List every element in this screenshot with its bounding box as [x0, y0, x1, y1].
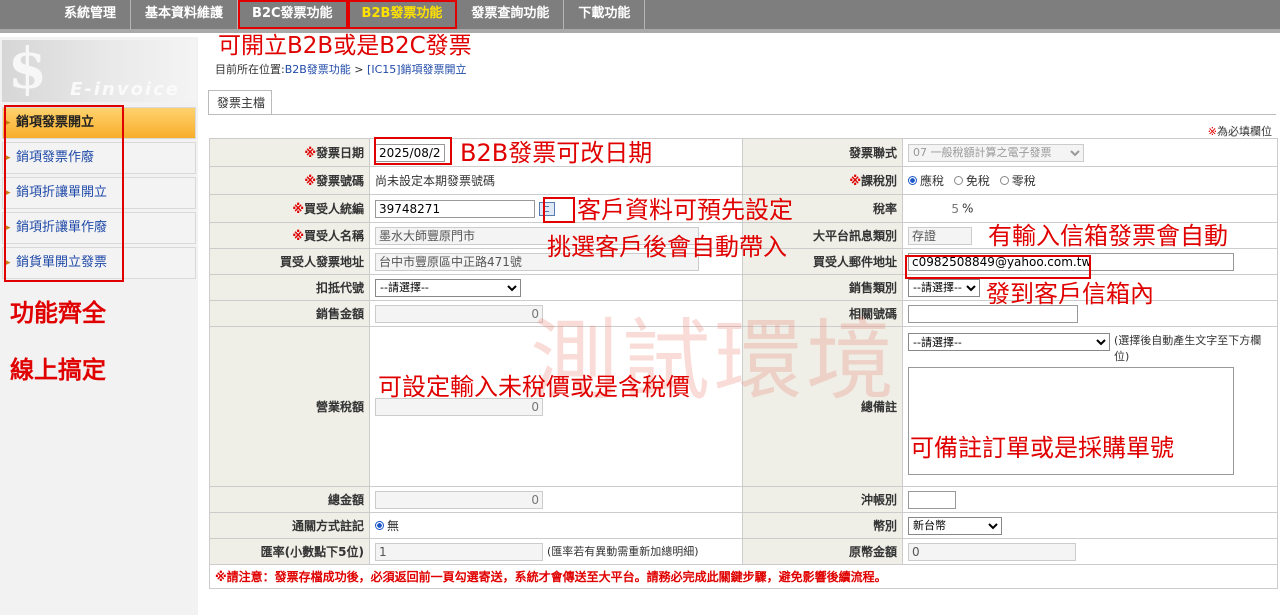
- total-amount-label: 總金額: [209, 486, 370, 513]
- nav-system-management[interactable]: 系統管理: [50, 0, 132, 29]
- tax-zero-radio[interactable]: 零稅: [999, 172, 1036, 189]
- annotation-email-1: 有輸入信箱發票會自動: [988, 222, 1228, 250]
- date-highlight-box: [374, 137, 452, 165]
- required-mark: ※: [304, 146, 316, 160]
- top-nav-bar: 系統管理 基本資料維護 B2C發票功能 B2B發票功能 發票查詢功能 下載功能: [0, 0, 1280, 33]
- annotation-date: B2B發票可改日期: [460, 139, 653, 167]
- deduction-code-select[interactable]: --請選擇--: [375, 278, 521, 297]
- sidebar-note-online: 線上搞定: [10, 356, 106, 384]
- breadcrumb-section-link[interactable]: B2B發票功能: [285, 63, 351, 76]
- nav-b2b-invoice[interactable]: B2B發票功能: [347, 0, 458, 29]
- reversal-input[interactable]: [908, 490, 956, 509]
- exchange-rate-hint: (匯率若有異動需重新加總明細): [547, 545, 699, 558]
- invoice-number-label: 發票號碼: [315, 174, 364, 188]
- exchange-rate-input[interactable]: [375, 542, 543, 561]
- logo-text: E-invoice: [70, 79, 180, 100]
- invoice-type-select[interactable]: 07 一般稅額計算之電子發票: [908, 143, 1084, 162]
- business-tax-label: 營業稅額: [209, 326, 370, 487]
- annotation-customer-preset: 客戶資料可預先設定: [577, 196, 793, 224]
- currency-label: 幣別: [742, 512, 903, 539]
- sales-category-select[interactable]: --請選擇--: [908, 278, 980, 297]
- platform-msg-input: [908, 226, 972, 245]
- radio-icon: [999, 176, 1009, 185]
- annotation-b2b-b2c: 可開立B2B或是B2C發票: [218, 33, 472, 59]
- lookup-highlight-box: [543, 197, 575, 223]
- main-nav: 系統管理 基本資料維護 B2C發票功能 B2B發票功能 發票查詢功能 下載功能: [50, 0, 646, 29]
- customs-none-radio[interactable]: 無: [375, 517, 399, 534]
- nav-b2c-invoice[interactable]: B2C發票功能: [238, 0, 348, 29]
- reversal-label: 沖帳別: [742, 486, 903, 513]
- required-mark: ※: [849, 174, 861, 188]
- annotation-tax-mode: 可設定輸入未稅價或是含稅價: [378, 373, 690, 401]
- required-mark: ※: [292, 202, 304, 216]
- original-amount-label: 原幣金額: [742, 538, 903, 565]
- radio-selected-icon: [375, 521, 384, 530]
- tax-rate-input: [908, 199, 962, 218]
- total-remark-label: 總備註: [742, 326, 903, 487]
- total-amount-input: [375, 490, 543, 509]
- invoice-number-value: 尚未設定本期發票號碼: [369, 166, 743, 195]
- buyer-name-label: 買受人名稱: [303, 229, 364, 243]
- breadcrumb: 目前所在位置:B2B發票功能 > [IC15]銷項發票開立: [215, 61, 467, 77]
- buyer-address-label: 買受人發票地址: [209, 248, 370, 275]
- deduction-code-label: 扣抵代號: [209, 274, 370, 301]
- tax-taxable-radio[interactable]: 應稅: [908, 172, 944, 189]
- tax-taxable-label: 應稅: [920, 174, 945, 188]
- currency-select[interactable]: 新台幣: [908, 516, 1002, 535]
- total-remark-hint: (選擇後自動產生文字至下方欄位): [1114, 334, 1262, 363]
- email-highlight-box: [905, 255, 1091, 279]
- tab-invoice-master[interactable]: 發票主檔: [208, 90, 280, 114]
- related-number-label: 相關號碼: [742, 300, 903, 327]
- nav-basic-data[interactable]: 基本資料維護: [131, 0, 239, 29]
- total-remark-select[interactable]: --請選擇--: [908, 333, 1110, 351]
- tax-exempt-label: 免稅: [965, 174, 990, 188]
- einvoice-logo: $ E-invoice: [2, 40, 196, 102]
- nav-download[interactable]: 下載功能: [564, 0, 646, 29]
- tax-category-label: 課稅別: [860, 174, 897, 188]
- breadcrumb-prefix: 目前所在位置:: [215, 63, 285, 76]
- breadcrumb-separator: >: [350, 63, 368, 76]
- sales-amount-label: 銷售金額: [209, 300, 370, 327]
- radio-selected-icon: [908, 176, 917, 185]
- tax-exempt-radio[interactable]: 免稅: [953, 172, 990, 189]
- tab-divider: [208, 114, 1276, 115]
- save-notice: ※請注意：發票存檔成功後，必須返回前一頁勾選寄送，系統才會傳送至大平台。請務必完…: [209, 564, 1278, 589]
- dollar-sign-icon: $: [8, 40, 47, 102]
- annotation-remark: 可備註訂單或是採購單號: [910, 434, 1174, 462]
- sales-amount-input: [375, 304, 543, 323]
- invoice-date-label: 發票日期: [315, 146, 364, 160]
- sales-category-label: 銷售類別: [742, 274, 903, 301]
- exchange-rate-label: 匯率(小數點下5位): [209, 538, 370, 565]
- nav-invoice-query[interactable]: 發票查詢功能: [457, 0, 565, 29]
- required-fields-note: ※為必填欄位: [1208, 123, 1272, 139]
- tax-rate-unit: %: [962, 201, 974, 215]
- required-note-text: 為必填欄位: [1217, 125, 1272, 138]
- sidebar-highlight-box: [4, 105, 124, 282]
- customs-mark-label: 通關方式註記: [209, 512, 370, 539]
- original-amount-input: [908, 542, 1076, 561]
- customs-none-label: 無: [387, 519, 400, 533]
- required-mark: ※: [1207, 125, 1217, 138]
- required-mark: ※: [292, 229, 304, 243]
- radio-icon: [953, 176, 963, 185]
- breadcrumb-page-link[interactable]: [IC15]銷項發票開立: [367, 63, 467, 76]
- annotation-email-2: 發到客戶信箱內: [986, 280, 1154, 308]
- annotation-auto-fill: 挑選客戶後會自動帶入: [547, 233, 787, 261]
- buyer-id-input[interactable]: [375, 199, 535, 218]
- sidebar-note-full-features: 功能齊全: [10, 299, 106, 327]
- invoice-type-label: 發票聯式: [742, 138, 903, 167]
- buyer-id-label: 買受人統編: [303, 202, 364, 216]
- required-mark: ※: [304, 174, 316, 188]
- tax-zero-label: 零稅: [1011, 174, 1036, 188]
